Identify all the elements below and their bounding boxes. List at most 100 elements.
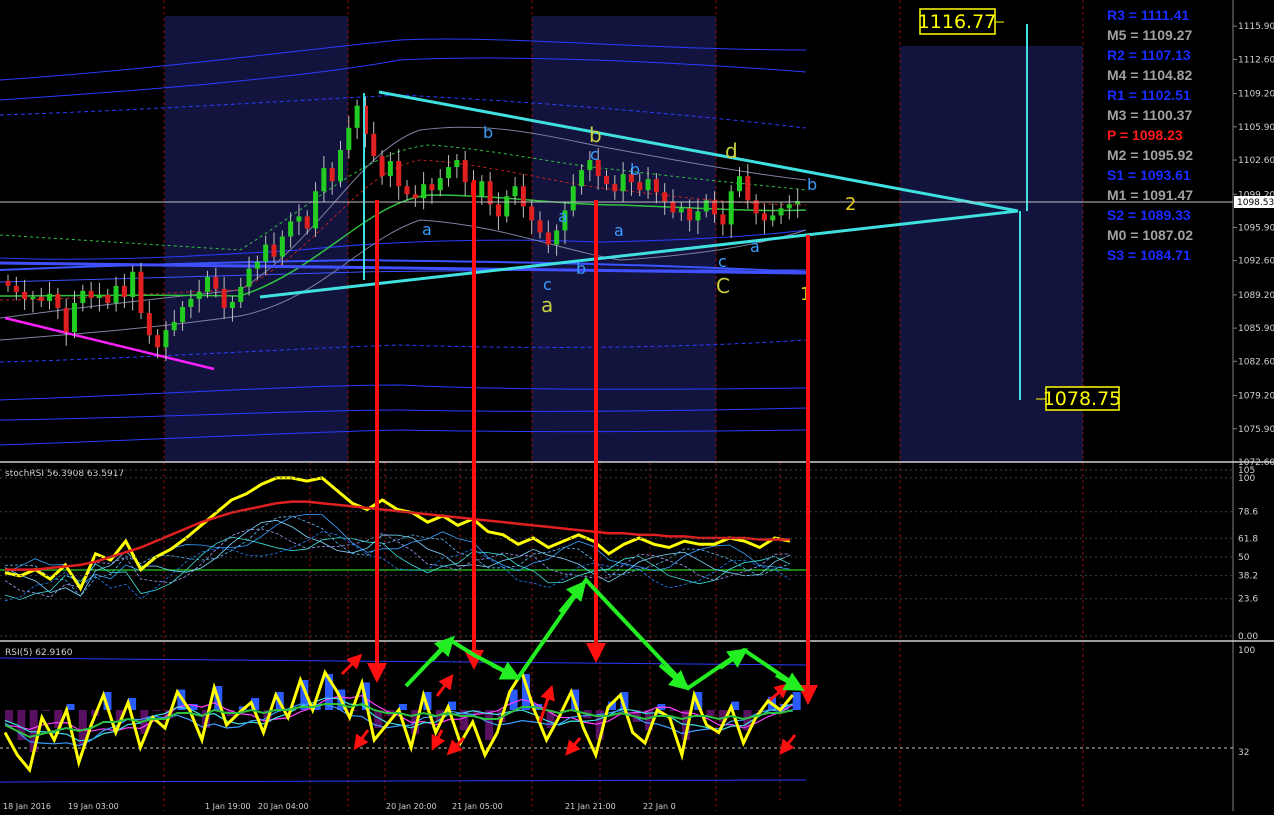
price-tick-label-10: 1082.60 — [1238, 357, 1274, 367]
wave-label-b: b — [483, 123, 493, 142]
price-target-low[interactable]: 1078.75 — [1036, 386, 1122, 411]
wave-label-c2: c — [590, 145, 599, 164]
rsi-hist-bar-12 — [152, 710, 161, 711]
time-axis: 18 Jan 2016 19 Jan 03:00 1 Jan 19:00 20 Jan… — [3, 802, 676, 811]
candle-40 — [338, 149, 343, 182]
rsi-tick-0: 100 — [1238, 646, 1255, 656]
candle-76 — [637, 182, 643, 191]
candle-25 — [213, 276, 219, 289]
candle-32 — [271, 244, 277, 257]
candle-30 — [254, 261, 260, 269]
candle-82 — [687, 208, 693, 221]
price-tick-label-6: 1095.90 — [1238, 223, 1274, 233]
pivot-label-11: M0 = 1087.02 — [1107, 227, 1193, 243]
pivot-label-8: S1 = 1093.61 — [1107, 167, 1191, 183]
candle-39 — [329, 168, 335, 182]
candle-12 — [105, 294, 111, 303]
candle-64 — [537, 220, 543, 233]
candle-27 — [229, 301, 235, 308]
wave-label-a: a — [422, 220, 432, 239]
time-label-4: 20 Jan 20:00 — [386, 802, 437, 811]
pivot-label-5: M3 = 1100.37 — [1107, 107, 1192, 123]
candle-91 — [761, 213, 767, 221]
price-tick-label-0: 1115.90 — [1238, 22, 1274, 32]
candle-59 — [495, 204, 501, 217]
price-low-label: 1078.75 — [1043, 388, 1122, 410]
wave-label-a2: a — [558, 207, 568, 226]
current-price-label: 1098.53 — [1237, 198, 1274, 208]
candle-4 — [38, 296, 44, 301]
candle-53 — [446, 167, 452, 179]
candle-51 — [429, 184, 435, 191]
candle-79 — [662, 192, 668, 202]
trading-chart[interactable]: b a c a a b b c b a c C d a b 1 2 1116.7… — [0, 0, 1274, 811]
candle-23 — [196, 291, 202, 299]
price-tick-label-9: 1085.90 — [1238, 324, 1274, 334]
pivot-label-4: R1 = 1102.51 — [1107, 87, 1191, 103]
candle-61 — [512, 186, 518, 197]
time-label-1: 19 Jan 03:00 — [68, 802, 119, 811]
candle-54 — [454, 160, 460, 168]
pivot-label-0: R3 = 1111.41 — [1107, 7, 1189, 23]
candle-31 — [263, 244, 269, 262]
green-zigzag — [404, 576, 802, 691]
time-label-0: 18 Jan 2016 — [3, 802, 51, 811]
candle-34 — [288, 221, 294, 237]
candle-69 — [579, 170, 585, 187]
candle-46 — [387, 161, 393, 177]
candle-73 — [612, 184, 618, 192]
rsi-panel: RSI(5) 62.9160 100 32 — [0, 646, 1255, 783]
candle-24 — [205, 276, 210, 292]
candle-60 — [504, 196, 510, 217]
time-label-3: 20 Jan 04:00 — [258, 802, 309, 811]
time-label-5: 21 Jan 05:00 — [452, 802, 503, 811]
candle-9 — [80, 290, 86, 303]
candle-29 — [246, 268, 252, 287]
candle-17 — [146, 313, 152, 336]
candle-13 — [113, 285, 119, 303]
candle-10 — [88, 290, 94, 298]
price-tick-label-4: 1102.60 — [1238, 156, 1274, 166]
stochrsi-panel: stochRSI 56.3908 63.5917 10510078.661.85… — [0, 466, 1258, 642]
stoch-tick-2: 78.6 — [1238, 508, 1258, 518]
wave-label-a4: a — [750, 237, 760, 256]
chart-canvas[interactable]: b a c a a b b c b a c C d a b 1 2 1116.7… — [0, 0, 1274, 811]
time-label-6: 21 Jan 21:00 — [565, 802, 616, 811]
candle-89 — [745, 176, 751, 201]
rsi-hist-bar-57 — [706, 710, 715, 716]
wave-label-a3: a — [614, 221, 624, 240]
candle-1 — [13, 285, 19, 292]
wave-label-b-yellow: b — [589, 123, 602, 147]
candle-2 — [22, 291, 28, 299]
candle-44 — [371, 133, 377, 157]
pivot-label-3: M4 = 1104.82 — [1107, 67, 1192, 83]
candle-8 — [72, 302, 77, 333]
candle-77 — [645, 179, 651, 191]
candle-57 — [479, 181, 485, 197]
pivot-label-1: M5 = 1109.27 — [1107, 27, 1192, 43]
price-tick-label-1: 1112.60 — [1238, 55, 1274, 65]
wave-label-main-c: C — [716, 274, 730, 298]
price-target-high[interactable]: 1116.77 — [918, 8, 1004, 35]
price-tick-label-12: 1075.90 — [1238, 425, 1274, 435]
wave-label-b2: b — [576, 259, 586, 278]
stoch-tick-3: 61.8 — [1238, 534, 1258, 544]
candle-15 — [130, 271, 136, 297]
candle-28 — [238, 286, 244, 302]
candle-80 — [670, 201, 676, 213]
candle-5 — [47, 293, 53, 301]
candle-21 — [180, 306, 186, 323]
price-high-label: 1116.77 — [918, 11, 997, 33]
candle-52 — [437, 178, 443, 191]
stoch-tick-1: 100 — [1238, 474, 1255, 484]
price-tick-label-7: 1092.60 — [1238, 257, 1274, 267]
candle-22 — [188, 298, 194, 307]
wave-label-main-a: a — [541, 293, 553, 317]
small-red-arrows — [340, 653, 797, 756]
candle-66 — [554, 230, 560, 245]
pivot-label-6: P = 1098.23 — [1107, 127, 1183, 143]
candle-42 — [354, 105, 360, 128]
stoch-tick-7: 0.00 — [1238, 632, 1258, 642]
candle-47 — [396, 161, 402, 187]
candle-18 — [155, 335, 161, 348]
